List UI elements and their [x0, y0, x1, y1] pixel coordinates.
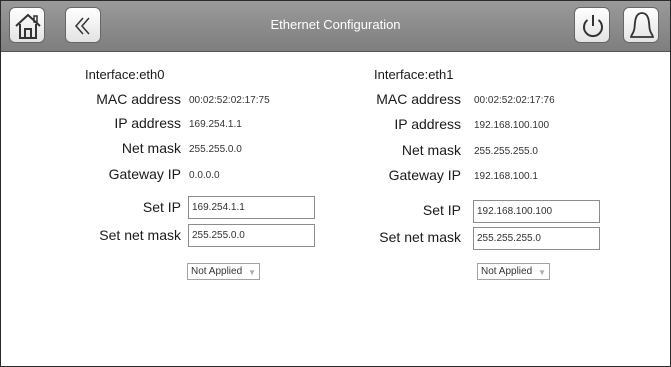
eth1-set-ip-input[interactable]	[473, 200, 600, 223]
eth0-set-netmask-input[interactable]	[188, 224, 315, 247]
eth0-netmask-value: 255.255.0.0	[189, 144, 242, 155]
eth1-set-netmask-input[interactable]	[473, 227, 600, 250]
eth1-ip-label: IP address	[394, 116, 461, 132]
eth1-mac-label: MAC address	[376, 91, 461, 107]
eth1-gateway-label: Gateway IP	[388, 167, 461, 183]
eth0-apply-status-dropdown[interactable]: Not Applied ▼	[187, 263, 260, 280]
top-bar: Ethernet Configuration	[1, 1, 670, 52]
screen-frame: Ethernet Configuration Interface:eth0 MA…	[0, 0, 671, 367]
eth1-interface-label: Interface:eth1	[374, 67, 454, 82]
chevron-down-icon: ▼	[248, 268, 256, 277]
eth0-gateway-value: 0.0.0.0	[189, 170, 220, 181]
eth0-set-ip-label: Set IP	[142, 199, 181, 215]
eth0-gateway-label: Gateway IP	[108, 166, 181, 182]
eth1-netmask-value: 255.255.255.0	[474, 146, 538, 157]
power-button[interactable]	[574, 7, 610, 43]
eth0-netmask-label: Net mask	[121, 140, 181, 156]
eth0-mac-value: 00:02:52:02:17:75	[189, 95, 270, 106]
bell-icon	[630, 12, 654, 38]
eth0-ip-value: 169.254.1.1	[189, 119, 242, 130]
chevron-down-icon: ▼	[538, 268, 546, 277]
eth1-mac-value: 00:02:52:02:17:76	[474, 95, 555, 106]
eth1-set-netmask-label: Set net mask	[379, 229, 461, 245]
alarm-button[interactable]	[623, 7, 659, 43]
eth0-mac-label: MAC address	[96, 91, 181, 107]
eth1-ip-value: 192.168.100.100	[474, 120, 550, 131]
power-icon	[583, 15, 603, 38]
page-title: Ethernet Configuration	[270, 17, 401, 32]
eth1-apply-status-dropdown[interactable]: Not Applied ▼	[477, 263, 550, 280]
eth0-apply-status-value: Not Applied	[191, 266, 243, 277]
eth0-set-ip-input[interactable]	[188, 196, 315, 219]
eth1-apply-status-value: Not Applied	[481, 266, 533, 277]
eth1-netmask-label: Net mask	[401, 142, 461, 158]
eth0-set-netmask-label: Set net mask	[99, 227, 181, 243]
eth1-set-ip-label: Set IP	[422, 202, 461, 218]
eth1-gateway-value: 192.168.100.1	[474, 171, 538, 182]
eth0-interface-label: Interface:eth0	[85, 67, 165, 82]
eth0-ip-label: IP address	[114, 115, 181, 131]
